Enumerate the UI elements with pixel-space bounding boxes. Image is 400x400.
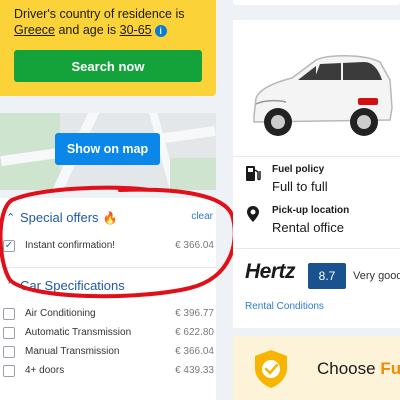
shield-check-icon bbox=[255, 350, 287, 388]
rating-badge: 8.7 bbox=[308, 263, 346, 289]
search-now-button[interactable]: Search now bbox=[14, 50, 202, 82]
car-offer-card: Fuel policy Full to full Pick-up locatio… bbox=[233, 20, 400, 328]
show-on-map-button[interactable]: Show on map bbox=[55, 133, 160, 165]
country-link[interactable]: Greece bbox=[14, 23, 55, 37]
checkbox[interactable] bbox=[3, 327, 15, 339]
chevron-up-icon[interactable]: ⌃ bbox=[6, 211, 20, 224]
rental-conditions-link[interactable]: Rental Conditions bbox=[245, 301, 324, 312]
map-park bbox=[170, 158, 216, 190]
top-card-edge bbox=[233, 0, 400, 5]
special-offers-header[interactable]: ⌃ Special offers 🔥 bbox=[6, 210, 117, 225]
search-summary-card: Driver's country of residence is Greece … bbox=[0, 0, 216, 96]
supplier-logo-hertz: Hertz bbox=[245, 260, 296, 283]
section-divider bbox=[0, 267, 216, 268]
info-icon[interactable]: i bbox=[154, 25, 167, 37]
car-image bbox=[253, 54, 393, 136]
filter-option-air-conditioning[interactable]: Air Conditioning € 396.77 bbox=[0, 307, 216, 321]
fuel-pump-icon bbox=[246, 166, 261, 181]
filter-option-automatic-transmission[interactable]: Automatic Transmission € 622.80 bbox=[0, 326, 216, 340]
checkbox-checked-icon[interactable]: ✓ bbox=[3, 240, 15, 252]
filter-option-4-doors[interactable]: 4+ doors € 439.33 bbox=[0, 364, 216, 378]
location-pin-icon bbox=[247, 206, 259, 222]
full-to-full-promo: Choose Fu bbox=[233, 336, 400, 400]
promo-text: Choose Fu bbox=[317, 359, 400, 378]
card-divider bbox=[233, 248, 400, 249]
filter-option-instant-confirmation[interactable]: ✓ Instant confirmation! € 366.04 bbox=[0, 239, 216, 253]
rating-label: Very good bbox=[353, 270, 400, 282]
card-divider bbox=[233, 156, 400, 157]
map-preview: Show on map bbox=[0, 113, 216, 190]
filter-option-manual-transmission[interactable]: Manual Transmission € 366.04 bbox=[0, 345, 216, 359]
car-specifications-header[interactable]: ⌃ Car Specifications bbox=[6, 278, 125, 293]
fire-icon: 🔥 bbox=[102, 210, 118, 225]
checkbox[interactable] bbox=[3, 308, 15, 320]
residence-text: Driver's country of residence is Greece … bbox=[14, 7, 185, 37]
clear-filters-link[interactable]: clear bbox=[191, 211, 213, 222]
chevron-up-icon[interactable]: ⌃ bbox=[6, 279, 20, 292]
checkbox[interactable] bbox=[3, 346, 15, 358]
checkbox[interactable] bbox=[3, 365, 15, 377]
age-link[interactable]: 30-65 bbox=[120, 23, 152, 37]
filters-panel: ⌃ Special offers 🔥 clear ✓ Instant confi… bbox=[0, 198, 216, 400]
